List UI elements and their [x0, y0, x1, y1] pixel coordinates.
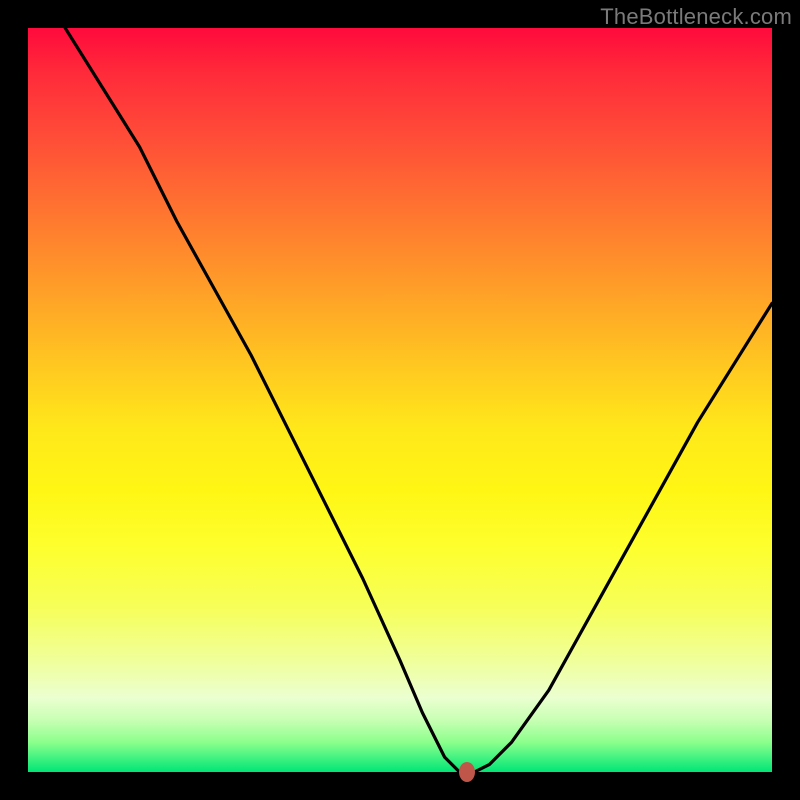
curve-layer	[28, 28, 772, 772]
current-config-marker	[459, 762, 475, 782]
plot-area	[28, 28, 772, 772]
bottleneck-curve-path	[65, 28, 772, 772]
watermark-text: TheBottleneck.com	[600, 4, 792, 30]
